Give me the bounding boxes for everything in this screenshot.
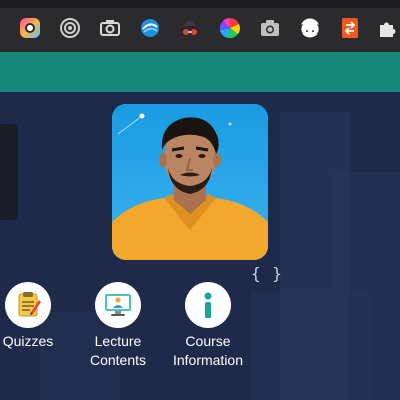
tab-strip-edge: [0, 0, 400, 8]
screenshot-icon[interactable]: [258, 16, 282, 40]
nav-item-lecture-contents[interactable]: Lecture Contents: [84, 282, 152, 370]
profile-photo[interactable]: [112, 104, 268, 260]
nav-item-quizzes[interactable]: Quizzes: [0, 282, 56, 351]
camera-icon[interactable]: [98, 16, 122, 40]
braces-symbol: { }: [251, 264, 283, 283]
main-content: { } Quizzes Lecture Contents Course Info…: [0, 92, 400, 400]
quiz-icon: [5, 282, 51, 328]
side-panel: [0, 124, 18, 220]
spy-icon[interactable]: [178, 16, 202, 40]
lecture-icon: [95, 282, 141, 328]
vpn-icon[interactable]: [138, 16, 162, 40]
json-icon[interactable]: {..}: [298, 16, 322, 40]
orange-arrows-icon[interactable]: [338, 16, 362, 40]
background-building: [250, 292, 370, 400]
info-icon: [185, 282, 231, 328]
svg-text:{..}: {..}: [299, 24, 321, 35]
screen: {..} {} Quizzes Lecture Contents Course…: [0, 0, 400, 400]
screen-recorder-icon[interactable]: [58, 16, 82, 40]
nav-item-label: Course Information: [172, 333, 244, 368]
puzzle-icon[interactable]: [376, 16, 400, 40]
nav-item-label: Lecture Contents: [89, 333, 147, 368]
color-wheel-icon[interactable]: [218, 16, 242, 40]
color-picker-icon[interactable]: [18, 16, 42, 40]
nav-item-course-information[interactable]: Course Information: [166, 282, 250, 370]
browser-toolbar: {..}: [0, 0, 400, 52]
site-header-bar: [0, 52, 400, 92]
nav-item-label: Quizzes: [2, 333, 54, 349]
